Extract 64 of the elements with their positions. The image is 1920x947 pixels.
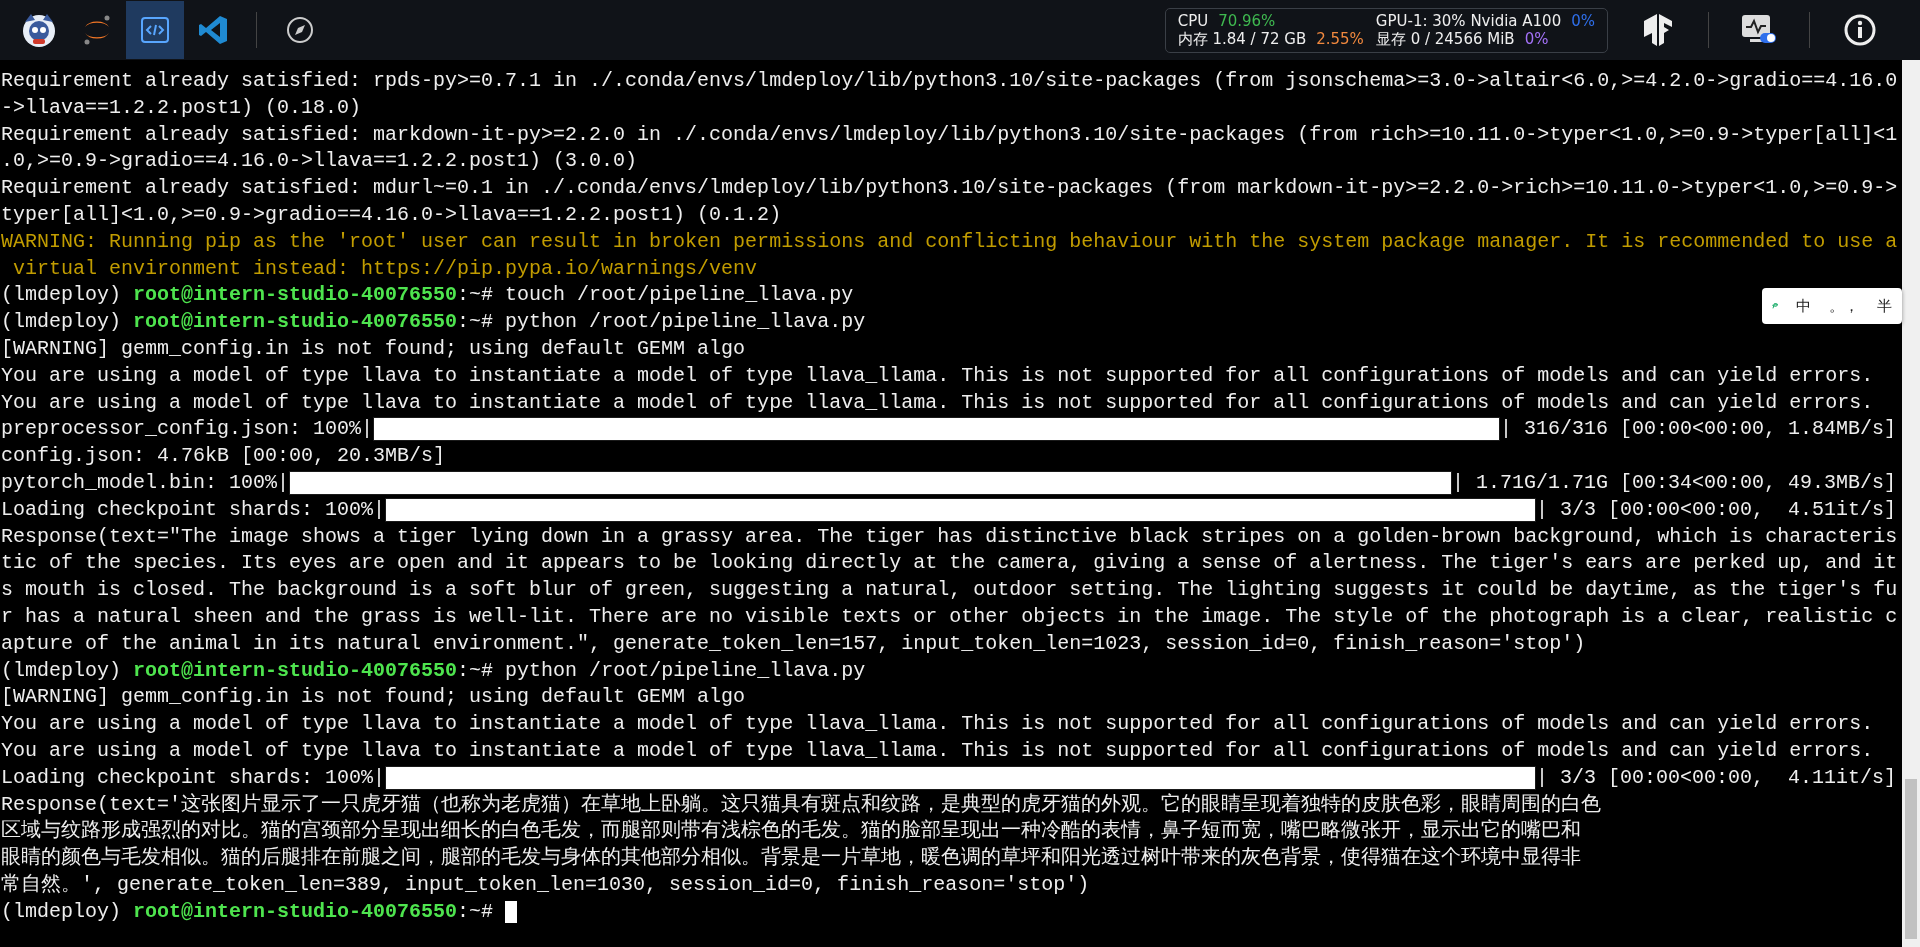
ime-option[interactable]: 。，	[1829, 296, 1859, 316]
stat-value: 2.55%	[1316, 29, 1364, 49]
terminal-line: config.json: 4.76kB [00:00, 20.3MB/s]	[1, 443, 446, 470]
progress-stats: | 3/3 [00:00<00:00, 4.51it/s]	[1535, 496, 1897, 523]
terminal-line: typer[all]<1.0,>=0.9->gradio==4.16.0->llava==1.2.2.post1) (0.1.2)	[1, 202, 782, 228]
terminal-line: s mouth is closed. The background is a soft blur of green, suggesting a natural, outdoor setting. The lighting suggests it could be daytime, as the tiger's fu	[1, 577, 1898, 604]
info-icon	[1843, 13, 1877, 47]
progress-label: Loading checkpoint shards: 100%|	[1, 496, 386, 523]
prompt-user: root@intern-studio-40076550	[133, 898, 458, 925]
progress-stats: | 1.71G/1.71G [00:34<00:00, 49.3MB/s]	[1451, 469, 1897, 496]
prompt-path: :~#	[457, 898, 495, 925]
terminal-line: You are using a model of type llava to instantiate a model of type llava_llama. This is not supported for all configurations of models and can yield errors.	[1, 737, 1874, 764]
stat-value: 70.96%	[1218, 11, 1276, 30]
progress-label: preprocessor_config.json: 100%|	[1, 416, 374, 443]
command-text: python /root/pipeline_llava.py	[505, 309, 866, 336]
terminal-line: You are using a model of type llava to instantiate a model of type llava_llama. This is not supported for all configurations of models and can yield errors.	[1, 389, 1874, 416]
prompt-user: root@intern-studio-40076550	[133, 657, 458, 684]
prompt-path: :~#	[457, 282, 495, 309]
progress-stats: | 316/316 [00:00<00:00, 1.84MB/s]	[1499, 416, 1897, 443]
stat-value: 0%	[1524, 29, 1549, 49]
code-editor-icon	[197, 14, 229, 46]
terminal-line: 区域与纹路形成强烈的对比。猫的宫颈部分呈现出细长的白色毛发，而腿部则带有浅棕色的毛发。猫的脸部呈现出一种冷酷的表情，鼻子短而宽，嘴巴略微张开，显示出它的嘴巴和	[1, 818, 1581, 845]
progress-label: pytorch_model.bin: 100%|	[1, 469, 290, 496]
stat-label: CPU	[1177, 11, 1209, 30]
terminal-line: 常自然。', generate_token_len=389, input_token_len=1030, session_id=0, finish_reason='stop')	[1, 871, 1090, 898]
progress-label: Loading checkpoint shards: 100%|	[1, 764, 386, 791]
terminal-line: You are using a model of type llava to instantiate a model of type llava_llama. This is not supported for all configurations of models and can yield errors.	[1, 362, 1874, 389]
warning-line: WARNING: Running pip as the 'root' user can result in broken permissions and conflicting behaviour with the system package manager. It is recommended to use a	[1, 228, 1898, 255]
compass-icon	[285, 15, 315, 45]
stat-label: 显存 0 / 24566 MiB	[1375, 29, 1515, 49]
prompt-path: :~#	[457, 657, 495, 684]
terminal-line: Response(text='这张图片显示了一只虎牙猫（也称为老虎猫）在草地上卧躺。这只猫具有斑点和纹路，是典型的虎牙猫的外观。它的眼睛呈现着独特的皮肤色彩，眼睛周围的白色	[1, 791, 1602, 818]
terminal-line: Response(text="The image shows a tiger lying down in a grassy area. The tiger has distinctive black stripes on a golden-brown background, which is characteris	[1, 523, 1898, 550]
prompt-env: (lmdeploy)	[1, 282, 123, 309]
terminal-line: [WARNING] gemm_config.in is not found; using default GEMM algo	[1, 335, 746, 362]
stat-value: 0%	[1571, 11, 1595, 30]
prompt-user: root@intern-studio-40076550	[133, 282, 458, 309]
progress-stats: | 3/3 [00:00<00:00, 4.11it/s]	[1535, 764, 1897, 791]
code-icon	[140, 15, 170, 45]
command-text: python /root/pipeline_llava.py	[505, 657, 866, 684]
prompt-path: :~#	[457, 309, 495, 336]
warning-line: virtual environment instead: https://pip.pypa.io/warnings/venv	[12, 255, 758, 282]
terminal-line: tic of the species. Its eyes are open and it appears to be looking directly at the camera, giving a sense of alertness. The tiger's ears are perked up, and it	[1, 550, 1898, 577]
command-text: touch /root/pipeline_llava.py	[505, 282, 854, 309]
prompt-env: (lmdeploy)	[1, 657, 123, 684]
scrollbar[interactable]	[1902, 60, 1920, 947]
terminal-line: 眼睛的颜色与毛发相似。猫的后腿排在前腿之间，腿部的毛发与身体的其他部分相似。背景是一片草地，暖色调的草坪和阳光透过树叶带来的灰色背景，使得猫在这个环境中显得非	[1, 845, 1581, 872]
terminal-line: Requirement already satisfied: rpds-py>=0.7.1 in ./.conda/envs/lmdeploy/lib/python3.10/site-packages (from jsonschema>=3.0->altair<6.0,>=4.2.0->gradio==4.16.0	[1, 68, 1898, 94]
terminal-line: [WARNING] gemm_config.in is not found; using default GEMM algo	[1, 684, 746, 711]
prompt-env: (lmdeploy)	[1, 309, 123, 336]
terminal-line: Requirement already satisfied: mdurl~=0.1 in ./.conda/envs/lmdeploy/lib/python3.10/site-packages (from markdown-it-py>=2.2.0->rich>=10.11.0->typer<1.0,>=0.9->	[1, 175, 1898, 202]
stat-label: GPU-1: 30% Nvidia A100	[1375, 11, 1562, 30]
prompt-env: (lmdeploy)	[1, 898, 123, 925]
tf-icon	[1642, 13, 1674, 47]
terminal-line: ->llava==1.2.2.post1) (0.18.0)	[1, 94, 362, 121]
terminal-line: Requirement already satisfied: markdown-it-py>=2.2.0 in ./.conda/envs/lmdeploy/lib/python3.10/site-packages (from rich>=10.11.0->typer<1.0,>=0.9->typer[all]<1	[1, 121, 1898, 148]
terminal-line: .0,>=0.9->gradio==4.16.0->llava==1.2.2.post1) (3.0.0)	[1, 148, 638, 175]
stat-label: 内存 1.84 / 72 GB	[1177, 29, 1307, 49]
terminal-line: apture of the animal in its natural environment.", generate_token_len=157, input_token_len=1023, session_id=0, finish_reason='stop')	[1, 630, 1586, 657]
terminal-line: You are using a model of type llava to instantiate a model of type llava_llama. This is not supported for all configurations of models and can yield errors.	[1, 711, 1874, 738]
terminal-line: r has a natural sheen and the grass is well-lit. There are no visible texts or other objects in the image. The style of the photograph is a clear, realistic c	[1, 603, 1898, 630]
ime-option[interactable]: 中	[1796, 296, 1811, 316]
ime-option[interactable]: 半	[1877, 296, 1892, 316]
prompt-user: root@intern-studio-40076550	[133, 309, 458, 336]
